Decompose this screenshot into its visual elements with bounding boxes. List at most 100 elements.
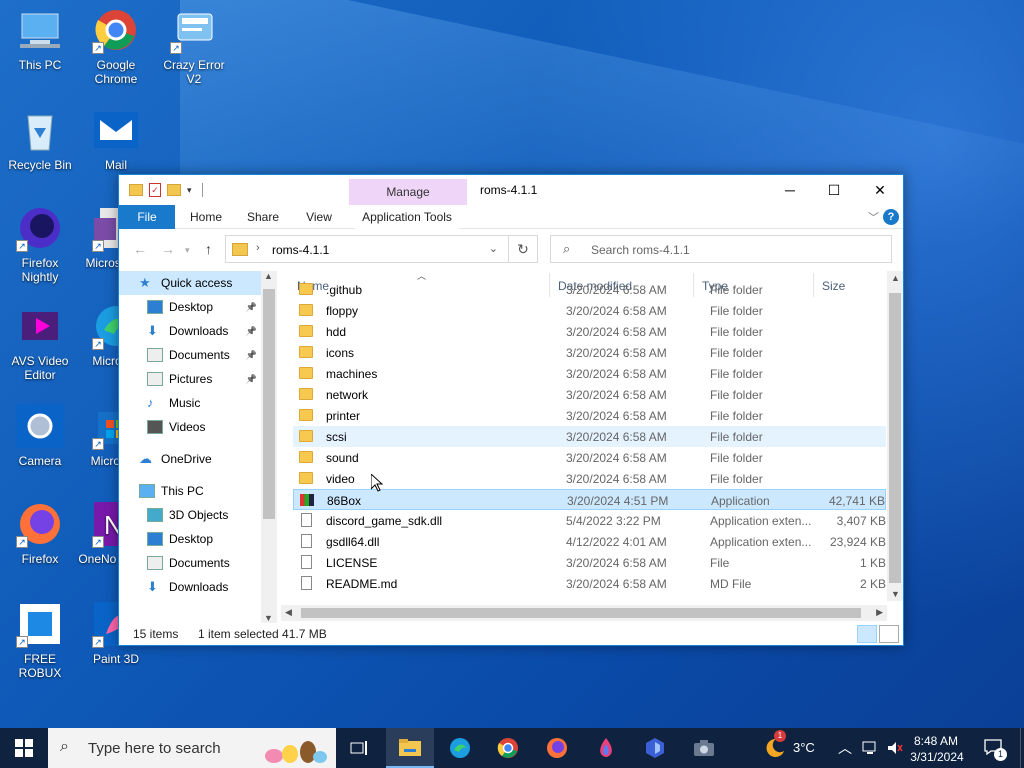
tab-application-tools[interactable]: Application Tools [355,205,459,229]
taskbar-app-flame[interactable] [582,728,630,768]
file-row[interactable]: discord_game_sdk.dll 5/4/2022 3:22 PM Appl… [293,510,886,531]
tab-home[interactable]: Home [181,205,231,229]
camera-icon [16,402,64,450]
notification-center-button[interactable]: 1 [976,728,1012,768]
show-hidden-icons-chevron-icon[interactable]: ︿ [838,738,852,758]
file-row[interactable]: machines 3/20/2024 6:58 AM File folder [293,363,886,384]
address-dropdown-chevron-icon[interactable]: ⌄ [489,242,498,255]
taskbar-camera[interactable] [680,728,728,768]
nav-pane-scroll-thumb[interactable] [263,289,275,519]
clock-date[interactable]: 3/31/2024 [906,750,968,766]
search-input[interactable]: ⌕ Search roms-4.1.1 [550,235,892,263]
desktop-icon-free-robux[interactable]: ↗ FREE ROBUX [2,600,78,680]
scroll-up-arrow-icon[interactable]: ▲ [891,273,900,283]
recent-locations-chevron-icon[interactable]: ▾ [185,245,190,256]
expand-ribbon-chevron-icon[interactable]: ﹀ [868,209,879,225]
file-row[interactable]: icons 3/20/2024 6:58 AM File folder [293,342,886,363]
forward-arrow-icon[interactable]: → [161,241,175,257]
file-row[interactable]: LICENSE 3/20/2024 6:58 AM File 1 KB [293,552,886,573]
folder-icon [299,472,313,484]
taskbar-file-explorer[interactable] [386,728,434,768]
tab-view[interactable]: View [295,205,343,229]
file-row[interactable]: network 3/20/2024 6:58 AM File folder [293,384,886,405]
maximize-button[interactable]: ☐ [811,175,857,205]
scroll-right-arrow-icon[interactable]: ▶ [876,607,883,618]
file-row[interactable]: printer 3/20/2024 6:58 AM File folder [293,405,886,426]
file-row[interactable]: README.md 3/20/2024 6:58 AM MD File 2 KB [293,573,886,594]
scroll-down-arrow-icon[interactable]: ▼ [264,613,273,623]
clock-time[interactable]: 8:48 AM [906,734,966,750]
desktop-icon-mail[interactable]: Mail [78,106,154,172]
scroll-left-arrow-icon[interactable]: ◀ [285,607,292,618]
scroll-up-arrow-icon[interactable]: ▲ [264,271,273,281]
taskbar-firefox[interactable] [533,728,581,768]
sidebar-item-onedrive[interactable]: ☁ OneDrive [119,447,261,471]
sidebar-item-desktop[interactable]: Desktop [119,527,261,551]
breadcrumb[interactable]: roms-4.1.1 [272,243,329,257]
file-row[interactable]: 86Box 3/20/2024 4:51 PM Application 42,741 … [293,489,886,510]
sidebar-item-quick-access[interactable]: ★ Quick access [119,271,261,295]
desktop-icon-firefox-nightly[interactable]: ↗ Firefox Nightly [2,204,78,284]
task-view-button[interactable] [336,728,384,768]
customize-toolbar-chevron-icon[interactable]: ▾ [187,185,192,196]
file-type: File folder [710,388,763,402]
desktop-icon-this-pc[interactable]: This PC [2,6,78,72]
minimize-button[interactable]: ─ [767,175,813,205]
new-folder-icon[interactable] [167,184,181,196]
desktop-icon-camera[interactable]: Camera [2,402,78,468]
file-row[interactable]: scsi 3/20/2024 6:58 AM File folder [293,426,886,447]
file-list-vertical-scrollbar[interactable]: ▲ ▼ [887,271,903,601]
address-bar[interactable]: › roms-4.1.1 ⌄ [225,235,537,263]
taskbar-chrome[interactable] [484,728,532,768]
properties-icon[interactable]: ✓ [149,183,161,197]
network-icon[interactable] [862,740,880,756]
back-arrow-icon[interactable]: ← [133,241,147,257]
file-date-modified: 3/20/2024 6:58 AM [566,430,667,444]
taskbar-app-hex[interactable] [631,728,679,768]
file-row[interactable]: .github 3/20/2024 6:58 AM File folder [293,279,886,300]
sidebar-item-documents[interactable]: Documents [119,551,261,575]
sidebar-item-pictures[interactable]: Pictures 📌 [119,367,261,391]
firefox-icon [547,738,567,758]
nav-pane-scrollbar[interactable]: ▲ ▼ [261,271,277,623]
volume-muted-icon[interactable] [886,740,904,756]
details-view-button[interactable] [857,625,877,643]
scroll-down-arrow-icon[interactable]: ▼ [891,589,900,599]
sidebar-item-music[interactable]: ♪ Music [119,391,261,415]
file-list-horizontal-scrollbar[interactable]: ◀ ▶ [281,605,887,621]
vertical-scroll-thumb[interactable] [889,293,901,583]
sidebar-item-downloads[interactable]: ⬇ Downloads 📌 [119,319,261,343]
desktop-icon-video-editor[interactable]: AVS Video Editor [2,302,78,382]
file-row[interactable]: hdd 3/20/2024 6:58 AM File folder [293,321,886,342]
help-icon[interactable]: ? [883,209,899,225]
desktop-icon-firefox[interactable]: ↗ Firefox [2,500,78,566]
shortcut-arrow-icon: ↗ [92,42,104,54]
taskbar-edge[interactable] [436,728,484,768]
start-button[interactable] [0,728,48,768]
sidebar-item-documents[interactable]: Documents 📌 [119,343,261,367]
breadcrumb-chevron-icon[interactable]: › [256,242,260,254]
horizontal-scroll-thumb[interactable] [301,608,861,618]
desktop-icon-chrome[interactable]: ↗ Google Chrome [78,6,154,86]
tab-share[interactable]: Share [239,205,287,229]
sidebar-item-this-pc[interactable]: This PC [119,479,261,503]
large-icons-view-button[interactable] [879,625,899,643]
refresh-button[interactable]: ↻ [508,235,538,263]
desktop-icon-recycle-bin[interactable]: Recycle Bin [2,106,78,172]
sidebar-item-downloads[interactable]: ⬇ Downloads [119,575,261,599]
up-arrow-icon[interactable]: ↑ [205,241,212,257]
desktop-icon-shortcut[interactable]: ↗ Crazy Error V2 [156,6,232,86]
file-row[interactable]: gsdll64.dll 4/12/2022 4:01 AM Application … [293,531,886,552]
close-button[interactable]: ✕ [857,175,903,205]
tab-manage[interactable]: Manage [349,179,467,205]
taskbar-search-box[interactable]: ⌕ Type here to search [48,728,336,768]
sidebar-item-videos[interactable]: Videos [119,415,261,439]
tab-file[interactable]: File [119,205,175,229]
sidebar-item-desktop[interactable]: Desktop 📌 [119,295,261,319]
show-desktop-button[interactable] [1020,728,1024,768]
file-row[interactable]: sound 3/20/2024 6:58 AM File folder [293,447,886,468]
weather-widget[interactable]: 1 3°C [760,728,830,768]
documents-icon [147,556,163,570]
file-row[interactable]: floppy 3/20/2024 6:58 AM File folder [293,300,886,321]
sidebar-item-3d-objects[interactable]: 3D Objects [119,503,261,527]
